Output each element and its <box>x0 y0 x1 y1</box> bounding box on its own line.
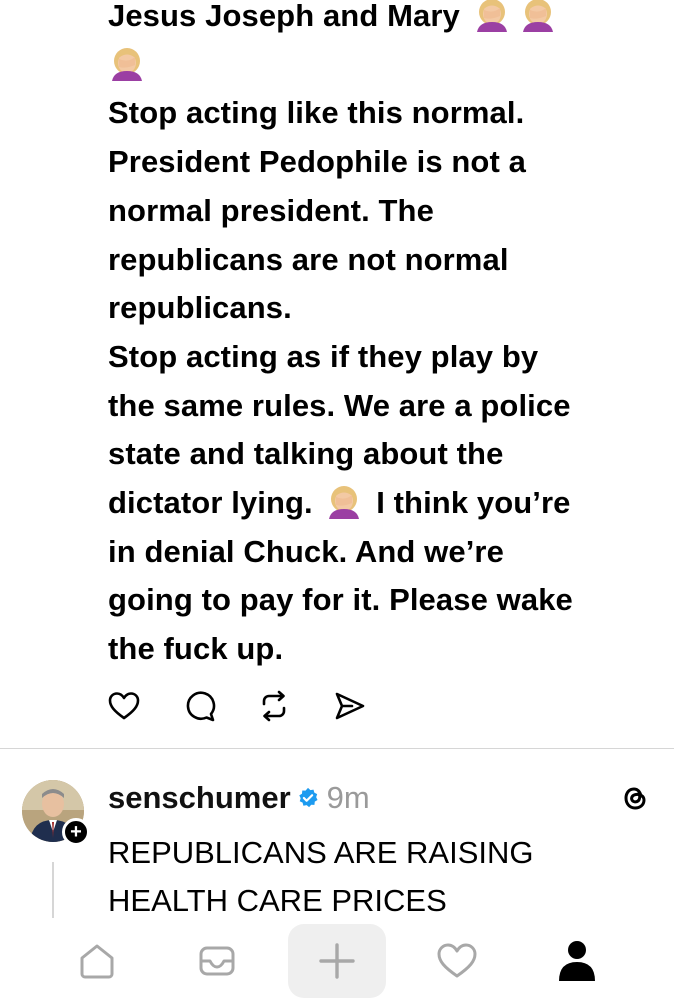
plus-icon: + <box>70 821 82 843</box>
reply-line: HEALTH CARE PRICES <box>108 883 447 918</box>
post-line: I think you’re <box>376 485 571 521</box>
post-line: going to pay for it. Please wake <box>108 582 573 618</box>
post-line: dictator lying. <box>108 485 313 521</box>
share-icon <box>335 692 365 720</box>
post-line: normal president. The <box>108 192 434 228</box>
post-line: Jesus Joseph and Mary <box>108 0 460 33</box>
reply-body: REPUBLICANS ARE RAISING HEALTH CARE PRIC… <box>108 829 668 925</box>
bottom-tab-bar <box>0 922 674 1000</box>
post-time: 9m <box>326 780 370 815</box>
woman-facepalming-icon <box>108 47 146 81</box>
post-line: Stop acting like this normal. <box>108 95 525 131</box>
woman-facepalming-icon <box>473 0 511 32</box>
comment-button[interactable] <box>182 688 218 724</box>
plus-icon <box>319 943 355 979</box>
threads-logo-icon[interactable] <box>620 782 650 814</box>
tab-inbox[interactable] <box>192 922 242 1000</box>
tab-create[interactable] <box>312 922 362 1000</box>
post-line: republicans. <box>108 290 292 326</box>
reply-line: REPUBLICANS ARE RAISING <box>108 835 534 870</box>
heart-icon <box>437 943 477 978</box>
post-line: in denial Chuck. And we’re <box>108 533 504 569</box>
reply-header: senschumer 9m <box>108 776 370 820</box>
post-line: President Pedophile is not a <box>108 144 526 180</box>
home-icon <box>80 944 114 979</box>
post-line: Stop acting as if they play by <box>108 338 539 374</box>
post-body: Jesus Joseph and Mary Stop acting like t… <box>108 0 668 674</box>
inbox-icon <box>199 946 235 976</box>
follow-plus-button[interactable]: + <box>62 818 90 846</box>
tab-activity[interactable] <box>432 922 482 1000</box>
tab-home[interactable] <box>72 922 122 1000</box>
verified-badge-icon <box>298 787 318 808</box>
post-line: republicans are not normal <box>108 241 509 277</box>
like-button[interactable] <box>106 688 142 724</box>
post-line: the same rules. We are a police <box>108 387 571 423</box>
post-line: state and talking about the <box>108 436 504 472</box>
tab-profile[interactable] <box>552 922 602 1000</box>
repost-icon <box>262 690 286 722</box>
share-button[interactable] <box>332 688 368 724</box>
heart-icon <box>108 692 140 720</box>
post-divider <box>0 748 674 749</box>
post-line: the fuck up. <box>108 631 284 667</box>
woman-facepalming-icon <box>325 485 363 519</box>
thread-line <box>52 862 54 918</box>
woman-facepalming-icon <box>519 0 557 32</box>
username[interactable]: senschumer <box>108 780 291 816</box>
profile-icon <box>559 941 595 981</box>
repost-button[interactable] <box>256 688 292 724</box>
comment-icon <box>186 691 216 722</box>
